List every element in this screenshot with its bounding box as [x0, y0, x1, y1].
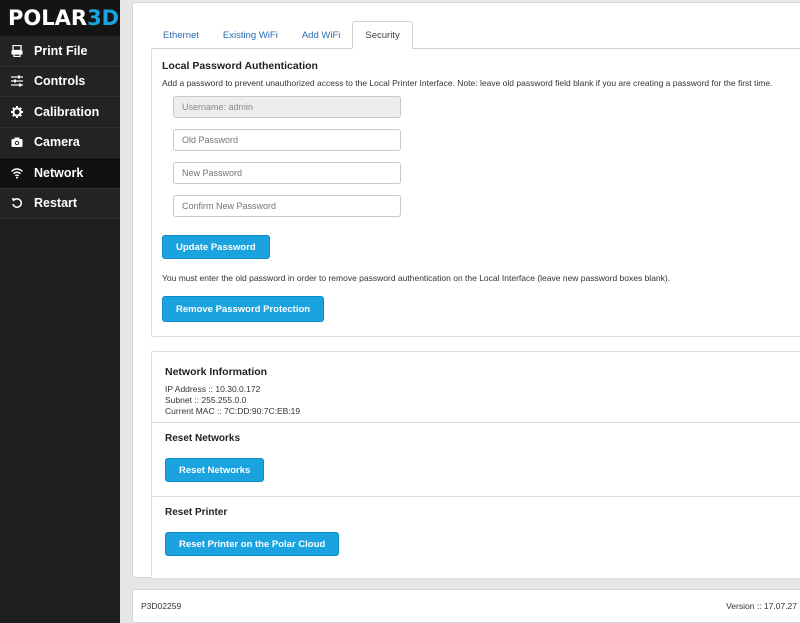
network-info-section: Network Information IP Address :: 10.30.… — [151, 351, 800, 579]
sidebar-item-label: Network — [34, 165, 84, 180]
sidebar: POLAR 3D Print File Controls Calibration … — [0, 0, 120, 623]
section-divider — [152, 496, 800, 497]
sidebar-item-network[interactable]: Network — [0, 158, 120, 189]
polar3d-logo[interactable]: POLAR 3D — [0, 0, 120, 36]
tab-add-wifi[interactable]: Add WiFi — [290, 21, 353, 49]
wifi-icon — [10, 166, 24, 180]
sidebar-item-label: Restart — [34, 196, 78, 211]
sidebar-item-label: Calibration — [34, 104, 100, 119]
sliders-icon — [10, 74, 24, 88]
tab-security[interactable]: Security — [352, 21, 413, 49]
sidebar-item-restart[interactable]: Restart — [0, 188, 120, 219]
reset-networks-button[interactable]: Reset Networks — [165, 458, 265, 482]
network-info-title: Network Information — [165, 366, 268, 378]
printer-serial: P3D02259 — [141, 601, 182, 611]
logo-text-polar: POLAR — [8, 6, 88, 30]
new-password-input[interactable] — [173, 162, 401, 184]
sidebar-item-print-file[interactable]: Print File — [0, 36, 120, 67]
password-section-title: Local Password Authentication — [162, 60, 318, 72]
gear-icon — [10, 105, 24, 119]
reset-printer-cloud-button[interactable]: Reset Printer on the Polar Cloud — [165, 532, 340, 556]
reset-networks-title: Reset Networks — [165, 433, 241, 444]
tab-ethernet[interactable]: Ethernet — [151, 21, 211, 49]
remove-password-button[interactable]: Remove Password Protection — [162, 296, 325, 322]
sidebar-item-calibration[interactable]: Calibration — [0, 97, 120, 128]
section-divider — [152, 422, 800, 423]
network-tabs: Ethernet Existing WiFi Add WiFi Security — [151, 21, 413, 49]
remove-password-note: You must enter the old password in order… — [162, 273, 671, 283]
sidebar-item-label: Controls — [34, 74, 86, 89]
sidebar-item-controls[interactable]: Controls — [0, 66, 120, 97]
mac-address: Current MAC :: 7C:DD:90:7C:EB:19 — [165, 406, 301, 416]
camera-icon — [10, 135, 24, 149]
old-password-input[interactable] — [173, 129, 401, 151]
password-section: Local Password Authentication Add a pass… — [151, 49, 800, 337]
print-file-icon — [10, 44, 24, 58]
version-label: Version :: 17.07.27 — [726, 601, 797, 611]
main-content: Ethernet Existing WiFi Add WiFi Security… — [120, 0, 800, 623]
subnet: Subnet :: 255.255.0.0 — [165, 395, 247, 405]
sidebar-item-label: Print File — [34, 43, 88, 58]
sidebar-item-label: Camera — [34, 135, 80, 150]
network-panel: Ethernet Existing WiFi Add WiFi Security… — [132, 2, 800, 579]
logo-text-3d: 3D — [87, 6, 120, 30]
password-description: Add a password to prevent unauthorized a… — [162, 78, 773, 88]
restart-icon — [10, 196, 24, 210]
reset-printer-title: Reset Printer — [165, 507, 228, 518]
confirm-password-input[interactable] — [173, 195, 401, 217]
ip-address: IP Address :: 10.30.0.172 — [165, 384, 261, 394]
username-field — [173, 96, 401, 118]
sidebar-item-camera[interactable]: Camera — [0, 127, 120, 158]
update-password-button[interactable]: Update Password — [162, 235, 270, 259]
tab-existing-wifi[interactable]: Existing WiFi — [211, 21, 290, 49]
footer: P3D02259 Version :: 17.07.27 — [132, 589, 800, 623]
